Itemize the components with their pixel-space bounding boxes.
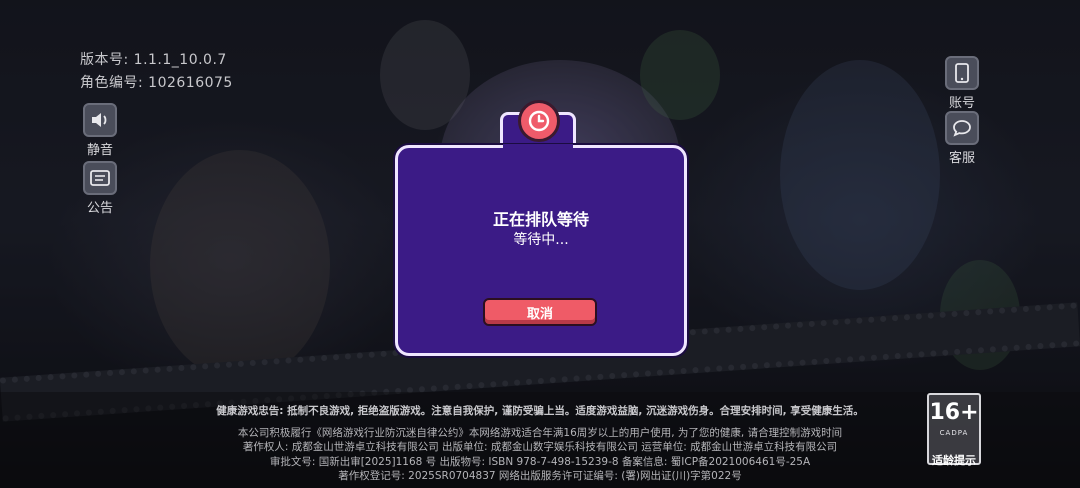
notice-button[interactable]: 公告 bbox=[76, 161, 124, 216]
account-label: 账号 bbox=[948, 96, 975, 111]
service-label: 客服 bbox=[948, 151, 975, 166]
mute-button[interactable]: 静音 bbox=[76, 103, 124, 158]
clock-icon bbox=[518, 100, 560, 142]
copyright-holder-info: 著作权人: 成都金山世游卓立科技有限公司 出版单位: 成都金山数字娱乐科技有限公… bbox=[242, 441, 838, 453]
phone-icon bbox=[945, 56, 979, 90]
account-button[interactable]: 账号 bbox=[938, 56, 986, 111]
age-rating-org: CADPA bbox=[939, 429, 969, 437]
dialog-tab-joint bbox=[503, 144, 573, 150]
speaker-icon bbox=[83, 103, 117, 137]
service-button[interactable]: 客服 bbox=[938, 111, 986, 166]
anti-addiction-notice: 本公司积极履行《网络游戏行业防沉迷自律公约》本网络游戏适合年满16周岁以上的用户… bbox=[237, 427, 843, 439]
mute-label: 静音 bbox=[86, 143, 113, 158]
notice-icon bbox=[83, 161, 117, 195]
cancel-button[interactable]: 取消 bbox=[483, 298, 597, 326]
notice-label: 公告 bbox=[86, 201, 113, 216]
role-id-label: 角色编号: 102616075 bbox=[80, 75, 233, 91]
health-notice: 健康游戏忠告: 抵制不良游戏, 拒绝盗版游戏。注意自我保护, 谨防受骗上当。适度… bbox=[216, 405, 864, 417]
approval-info: 审批文号: 国新出审[2025]1168 号 出版物号: ISBN 978-7-… bbox=[269, 456, 811, 468]
chat-icon bbox=[945, 111, 979, 145]
age-rating-number: 16+ bbox=[929, 400, 979, 425]
dialog-status: 等待中... bbox=[513, 232, 569, 248]
registration-info: 著作权登记号: 2025SR0704837 网络出版服务许可证编号: (署)网出… bbox=[338, 470, 742, 482]
dialog-title: 正在排队等待 bbox=[492, 210, 589, 229]
age-rating-tip: 适龄提示 bbox=[932, 454, 976, 467]
version-label: 版本号: 1.1.1_10.0.7 bbox=[80, 52, 227, 68]
